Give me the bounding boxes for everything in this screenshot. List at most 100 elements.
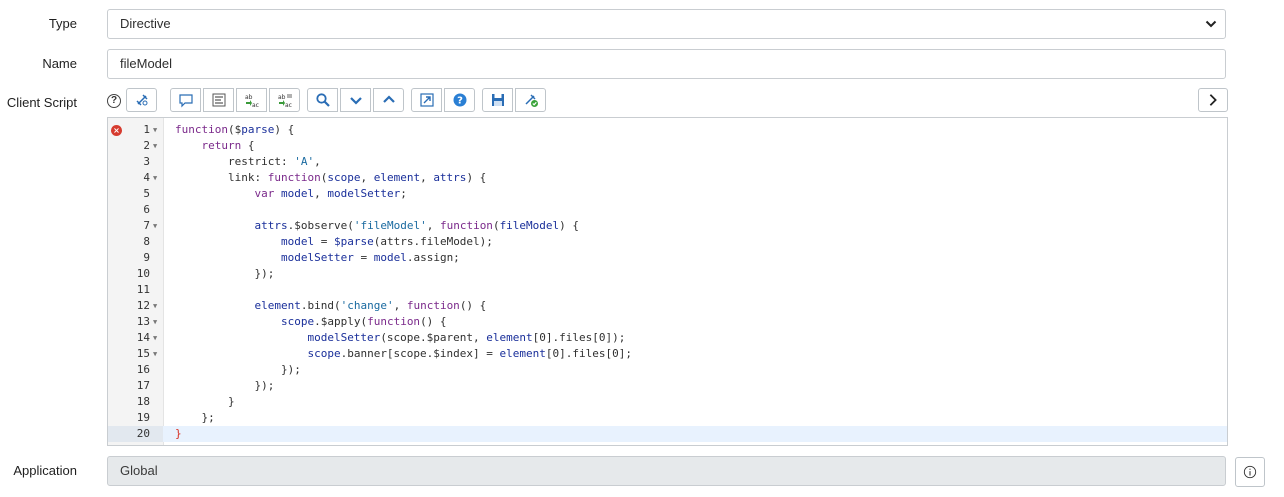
line-number: 12 [136, 299, 150, 312]
replace-all-button[interactable]: ab ac [269, 88, 300, 112]
code-text: element.bind('change', function() { [254, 299, 487, 312]
svg-text:ab: ab [245, 94, 253, 101]
name-input[interactable]: fileModel [107, 49, 1226, 79]
fold-toggle-icon[interactable]: ▼ [153, 170, 157, 186]
find-previous-icon [382, 95, 395, 103]
code-text: } [175, 395, 235, 408]
code-line[interactable]: 12 ▼ element.bind('change', function() { [108, 298, 1227, 314]
code-line[interactable]: 4 ▼ link: function(scope, element, attrs)… [108, 170, 1227, 186]
svg-text:ac: ac [285, 102, 292, 108]
find-previous-button[interactable] [373, 88, 404, 112]
code-line[interactable]: 5 var model, modelSetter; [108, 186, 1227, 202]
fold-toggle-icon[interactable]: ▼ [153, 314, 157, 330]
find-next-button[interactable] [340, 88, 371, 112]
code-text: function($parse) { [175, 123, 295, 136]
svg-text:ab: ab [278, 94, 286, 101]
code-line[interactable]: 3 restrict: 'A', [108, 154, 1227, 170]
application-info-button[interactable] [1235, 457, 1265, 487]
fold-toggle-icon[interactable]: ▼ [153, 218, 157, 234]
help-icon: ? [453, 93, 466, 107]
line-number: 7 [143, 219, 150, 232]
code-text: }); [175, 267, 275, 280]
type-select-value: Directive [120, 16, 171, 31]
info-icon [1243, 465, 1257, 479]
line-number: 16 [136, 363, 150, 376]
code-text: link: function(scope, element, attrs) { [175, 171, 487, 184]
line-number: 15 [136, 347, 150, 360]
code-line[interactable]: 9 modelSetter = model.assign; [108, 250, 1227, 266]
code-line[interactable]: 17 }); [108, 378, 1227, 394]
fold-toggle-icon[interactable]: ▼ [153, 330, 157, 346]
script-debug-button[interactable] [515, 88, 546, 112]
code-text: model = $parse(attrs.fileModel); [280, 235, 493, 248]
name-label: Name [42, 56, 77, 71]
replace-icon: abac [245, 94, 259, 108]
code-line[interactable]: 10 }); [108, 266, 1227, 282]
line-number: 1 [143, 123, 150, 136]
script-panel-toggle-button[interactable] [1198, 88, 1228, 112]
line-number: 4 [143, 171, 150, 184]
replace-button[interactable]: ab ac [236, 88, 267, 112]
line-number: 8 [143, 235, 150, 248]
code-line[interactable]: 13 ▼ scope.$apply(function() { [108, 314, 1227, 330]
code-line[interactable]: 2 ▼ return { [108, 138, 1227, 154]
code-line[interactable]: 14 ▼ modelSetter(scope.$parent, element[0… [108, 330, 1227, 346]
fullscreen-icon [419, 93, 434, 107]
type-label: Type [48, 16, 77, 31]
code-text: var model, modelSetter; [254, 187, 407, 200]
line-number: 17 [136, 379, 150, 392]
script-include-button[interactable] [126, 88, 157, 112]
code-line[interactable]: 20} [108, 426, 1227, 442]
field-help-icon[interactable]: ? [107, 94, 121, 108]
search-button[interactable] [307, 88, 338, 112]
line-number: 3 [143, 155, 150, 168]
line-number: 6 [143, 203, 150, 216]
format-code-icon [212, 93, 225, 107]
comment-icon [178, 94, 193, 108]
save-button[interactable] [482, 88, 513, 112]
line-number: 19 [136, 411, 150, 424]
code-line[interactable]: 8 model = $parse(attrs.fileModel); [108, 234, 1227, 250]
comment-button[interactable] [170, 88, 201, 112]
help-button[interactable]: ? [444, 88, 475, 112]
line-number: 10 [136, 267, 150, 280]
chevron-right-icon [1209, 94, 1217, 106]
code-text: modelSetter = model.assign; [280, 251, 460, 264]
format-code-button[interactable] [203, 88, 234, 112]
script-include-icon [135, 94, 148, 106]
svg-text:?: ? [457, 96, 463, 107]
code-line[interactable]: 6 [108, 202, 1227, 218]
fold-toggle-icon[interactable]: ▼ [153, 346, 157, 362]
code-line[interactable]: 16 }); [108, 362, 1227, 378]
fold-toggle-icon[interactable]: ▼ [153, 122, 157, 138]
line-number: 13 [136, 315, 150, 328]
code-text: attrs.$observe('fileModel', function(fil… [254, 219, 580, 232]
code-line[interactable]: 11 [108, 282, 1227, 298]
code-line[interactable]: 7 ▼ attrs.$observe('fileModel', function(… [108, 218, 1227, 234]
code-lines: × 1 ▼ function($parse) {2 ▼ return {3 restri… [108, 122, 1227, 442]
fold-toggle-icon[interactable]: ▼ [153, 298, 157, 314]
code-text: scope.$apply(function() { [280, 315, 447, 328]
code-line[interactable]: × 1 ▼ function($parse) { [108, 122, 1227, 138]
code-text: return { [201, 139, 255, 152]
line-number: 14 [136, 331, 150, 344]
find-next-icon [349, 97, 362, 105]
code-text: }); [175, 379, 275, 392]
application-field: Global [107, 456, 1226, 486]
line-number: 20 [136, 427, 150, 440]
code-text: } [175, 427, 182, 440]
code-text: restrict: 'A', [175, 155, 321, 168]
line-number: 9 [143, 251, 150, 264]
type-select[interactable]: Directive [107, 9, 1226, 39]
application-label: Application [13, 463, 77, 478]
line-number: 11 [136, 283, 150, 296]
code-line[interactable]: 15 ▼ scope.banner[scope.$index] = element… [108, 346, 1227, 362]
line-number: 2 [143, 139, 150, 152]
line-number: 18 [136, 395, 150, 408]
fullscreen-button[interactable] [411, 88, 442, 112]
code-editor[interactable]: × 1 ▼ function($parse) {2 ▼ return {3 restri… [107, 117, 1228, 446]
code-text: scope.banner[scope.$index] = element[0].… [307, 347, 632, 360]
code-line[interactable]: 19 }; [108, 410, 1227, 426]
fold-toggle-icon[interactable]: ▼ [153, 138, 157, 154]
code-line[interactable]: 18 } [108, 394, 1227, 410]
